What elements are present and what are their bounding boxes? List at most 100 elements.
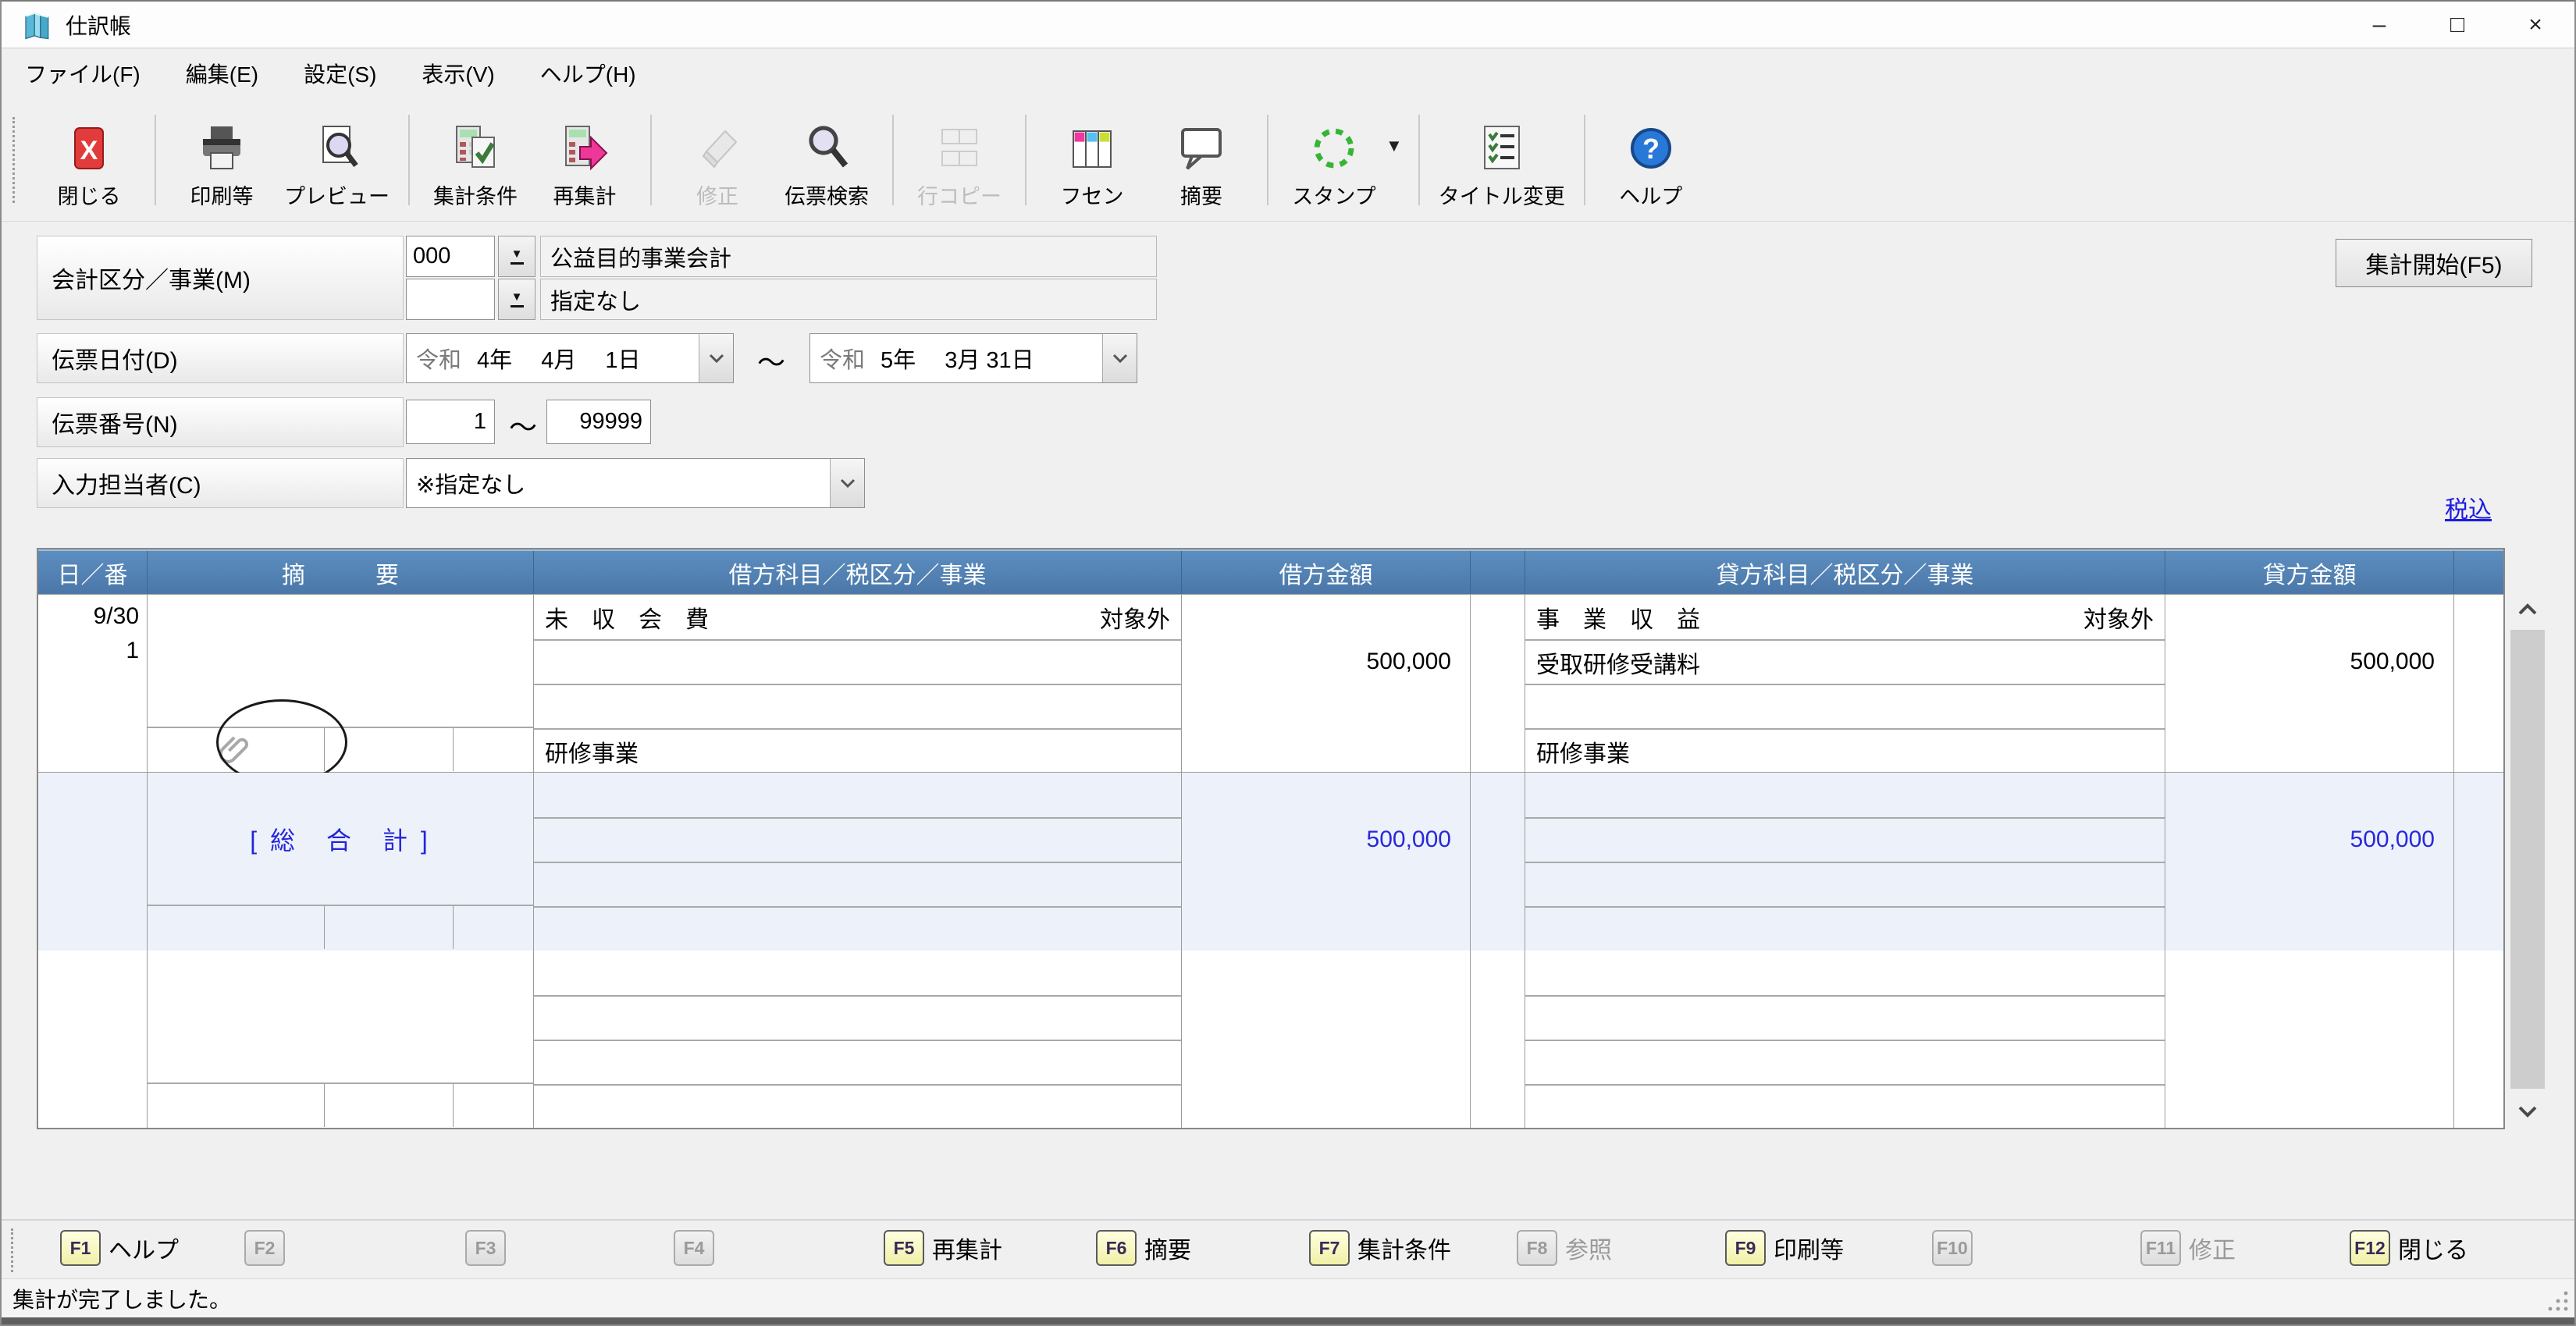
fkey-f12-close[interactable]: F12 閉じる xyxy=(2350,1230,2468,1266)
f3-keycap: F3 xyxy=(465,1230,506,1266)
empty-line xyxy=(1525,1084,2165,1129)
scroll-up-button[interactable] xyxy=(2509,592,2546,627)
empty-journal-row[interactable] xyxy=(38,950,2503,1128)
entry-number: 1 xyxy=(38,634,139,668)
start-aggregation-button[interactable]: 集計開始(F5) xyxy=(2336,239,2532,287)
toolbar-label: 集計条件 xyxy=(433,180,518,210)
date-to-combo[interactable]: 令和 5年 3月 31日 xyxy=(809,333,1137,383)
credit-amount-cell: 500,000 xyxy=(2165,595,2454,773)
resize-grip-icon[interactable] xyxy=(2546,1289,2570,1313)
f2-keycap: F2 xyxy=(244,1230,285,1266)
business-name: 指定なし xyxy=(550,283,641,316)
date-to-chevron-button[interactable] xyxy=(1102,334,1137,382)
row-copy-icon xyxy=(934,123,984,173)
entry-person-combo[interactable]: ※指定なし xyxy=(406,458,865,508)
fkey-f6-summary[interactable]: F6 摘要 xyxy=(1096,1230,1191,1266)
debit-line-2 xyxy=(534,639,1181,684)
empty-line xyxy=(534,817,1181,862)
toolbar-label: 伝票検索 xyxy=(785,180,869,210)
help-button[interactable]: ? ヘルプ xyxy=(1596,105,1706,215)
fkey-label: 集計条件 xyxy=(1357,1231,1451,1265)
fkey-f1-help[interactable]: F1 ヘルプ xyxy=(60,1230,179,1266)
journal-entry-row[interactable]: 9/30 1 xyxy=(38,594,2503,772)
preview-button[interactable]: プレビュー xyxy=(276,105,397,215)
header-gap1 xyxy=(1471,551,1525,594)
print-button[interactable]: 印刷等 xyxy=(167,105,276,215)
chevron-down-icon xyxy=(708,353,725,364)
window-title: 仕訳帳 xyxy=(66,9,131,41)
toolbar-grip[interactable] xyxy=(12,117,20,203)
debit-amount-cell: 500,000 xyxy=(1182,595,1471,773)
close-button[interactable]: × xyxy=(2496,2,2574,48)
voucher-number-from-input[interactable]: 1 xyxy=(406,400,495,444)
total-label-area: [ 総 合 計 ] xyxy=(148,773,533,906)
menu-view[interactable]: 表示(V) xyxy=(422,58,494,89)
fusen-button[interactable]: フセン xyxy=(1037,105,1147,215)
dropdown-triangle-icon: ▼ xyxy=(511,248,523,260)
reaggregate-button[interactable]: 再集計 xyxy=(530,105,639,215)
menu-edit[interactable]: 編集(E) xyxy=(186,58,258,89)
status-message: 集計が完了しました。 xyxy=(12,1283,231,1314)
summary-sub-cell xyxy=(325,1084,454,1127)
voucher-number-to-input[interactable]: 99999 xyxy=(546,400,651,444)
summary-button[interactable]: 摘要 xyxy=(1147,105,1256,215)
business-code-input[interactable] xyxy=(406,279,495,320)
menu-help[interactable]: ヘルプ(H) xyxy=(540,58,636,89)
scroll-down-button[interactable] xyxy=(2509,1094,2546,1129)
toolbar-label: プレビュー xyxy=(284,180,390,210)
toolbar-label: 閉じる xyxy=(58,180,121,210)
account-code-lookup-button[interactable]: ▼ xyxy=(498,236,535,277)
maximize-button[interactable]: □ xyxy=(2418,2,2496,48)
date-from-chevron-button[interactable] xyxy=(699,334,733,382)
title-bar: 仕訳帳 – □ × xyxy=(2,2,2574,48)
stamp-dashed-circle-icon xyxy=(1309,123,1359,173)
help-question-icon: ? xyxy=(1626,123,1676,173)
menu-settings[interactable]: 設定(S) xyxy=(304,58,376,89)
business-code-lookup-button[interactable]: ▼ xyxy=(498,279,535,320)
entry-person-value: ※指定なし xyxy=(416,467,525,499)
minimize-button[interactable]: – xyxy=(2340,2,2418,48)
fbar-grip[interactable] xyxy=(11,1228,13,1272)
header-debit-account: 借方科目／税区分／事業 xyxy=(534,551,1182,594)
toolbar-separator xyxy=(1584,115,1585,205)
scrollbar-thumb[interactable] xyxy=(2510,630,2545,1089)
stamp-button[interactable]: スタンプ xyxy=(1279,105,1389,215)
search-magnifier-icon xyxy=(802,123,852,173)
aggregate-conditions-button[interactable]: 集計条件 xyxy=(421,105,530,215)
fkey-f9-print[interactable]: F9 印刷等 xyxy=(1725,1230,1844,1266)
header-credit-amount: 貸方金額 xyxy=(2165,551,2454,594)
entry-date-cell: 9/30 1 xyxy=(38,595,148,773)
toolbar-separator xyxy=(892,115,894,205)
era-label: 令和 xyxy=(416,342,461,375)
empty-line xyxy=(1525,1040,2165,1084)
close-window-toolbar-button[interactable]: X 閉じる xyxy=(34,105,144,215)
date-from-combo[interactable]: 令和 4年 4月 1日 xyxy=(406,333,734,383)
summary-sub-row xyxy=(148,728,533,771)
menu-file[interactable]: ファイル(F) xyxy=(25,58,141,89)
tax-included-link[interactable]: 税込 xyxy=(2445,490,2492,524)
entry-person-chevron-button[interactable] xyxy=(830,459,864,507)
voucher-search-button[interactable]: 伝票検索 xyxy=(772,105,881,215)
toolbar-separator xyxy=(1025,115,1026,205)
total-debit-amount: 500,000 xyxy=(1182,817,1470,862)
chevron-down-icon xyxy=(839,478,856,489)
conditions-calculator-check-icon xyxy=(450,123,500,173)
account-code-input[interactable]: 000 xyxy=(406,236,495,277)
f6-keycap: F6 xyxy=(1096,1230,1137,1266)
fkey-f10: F10 xyxy=(1932,1230,1980,1266)
entry-date: 9/30 xyxy=(38,599,139,634)
attachment-cell[interactable] xyxy=(148,728,325,771)
fkey-label: 参照 xyxy=(1565,1231,1612,1265)
stamp-dropdown-arrow-icon[interactable]: ▼ xyxy=(1386,136,1403,156)
debit-line-3 xyxy=(534,684,1181,728)
credit-business: 研修事業 xyxy=(1525,728,2165,773)
vertical-scrollbar[interactable] xyxy=(2509,592,2546,1129)
fkey-f5-reaggregate[interactable]: F5 再集計 xyxy=(884,1230,1002,1266)
summary-text-area xyxy=(148,595,533,728)
fkey-f7-conditions[interactable]: F7 集計条件 xyxy=(1309,1230,1451,1266)
speech-bubble-icon xyxy=(1176,123,1226,173)
title-change-button[interactable]: タイトル変更 xyxy=(1431,105,1573,215)
dropdown-triangle-icon: ▼ xyxy=(511,291,523,303)
debit-line-1: 未 収 会 費 対象外 xyxy=(534,595,1181,639)
toolbar-label: 印刷等 xyxy=(190,180,254,210)
